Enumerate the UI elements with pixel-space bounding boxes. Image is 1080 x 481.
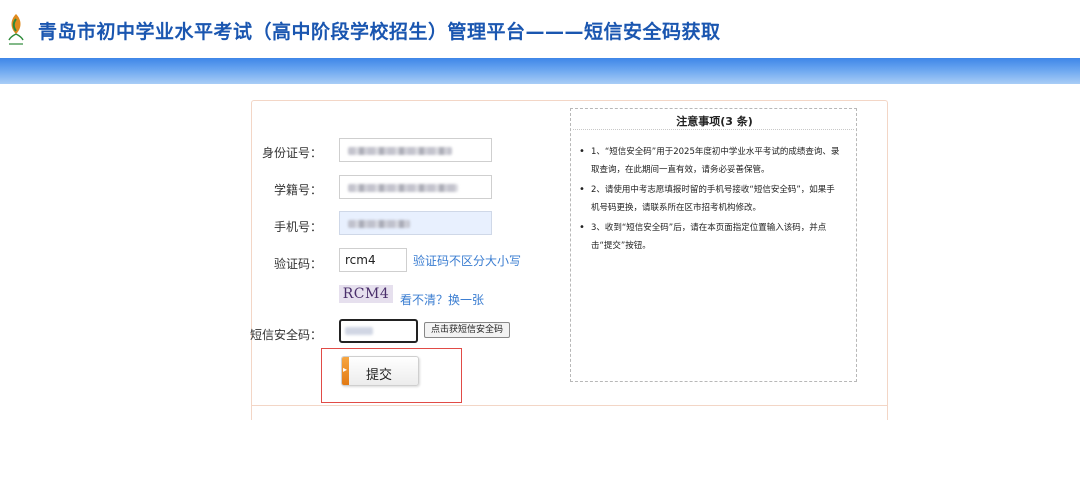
notice-item: 3、收到“短信安全码”后，请在本页面指定位置输入该码，并点击“提交”按钮。 bbox=[579, 219, 841, 255]
id-number-label: 身份证号： bbox=[262, 146, 323, 160]
arrow-icon: ▸ bbox=[343, 365, 348, 374]
page-header: 青岛市初中学业水平考试（高中阶段学校招生）管理平台———短信安全码获取 bbox=[0, 0, 1080, 58]
refresh-captcha-link[interactable]: 看不清？换一张 bbox=[400, 291, 484, 308]
notice-item: 2、请使用中考志愿填报时留的手机号接收“短信安全码”，如果手机号码更换，请联系所… bbox=[579, 181, 841, 217]
phone-label: 手机号： bbox=[273, 220, 322, 234]
card-divider bbox=[251, 405, 888, 406]
header-banner bbox=[0, 58, 1080, 84]
notice-title: 注意事项(3 条) bbox=[676, 115, 753, 128]
submit-accent: ▸ bbox=[342, 357, 349, 385]
submit-button[interactable]: ▸ 提交 bbox=[341, 356, 419, 386]
notice-item: 1、“短信安全码”用于2025年度初中学业水平考试的成绩查询、录取查询，在此期间… bbox=[579, 143, 841, 179]
id-number-input[interactable] bbox=[339, 138, 492, 162]
phone-input[interactable] bbox=[339, 211, 492, 235]
sms-code-input[interactable] bbox=[339, 319, 418, 343]
blurred-value bbox=[348, 184, 458, 192]
notice-divider bbox=[573, 129, 854, 130]
blurred-value bbox=[348, 147, 452, 155]
captcha-hint: 验证码不区分大小写 bbox=[413, 254, 522, 268]
blurred-value bbox=[345, 327, 373, 335]
page-title: 青岛市初中学业水平考试（高中阶段学校招生）管理平台———短信安全码获取 bbox=[38, 21, 721, 43]
submit-label: 提交 bbox=[366, 368, 393, 383]
notice-panel: 注意事项(3 条) 1、“短信安全码”用于2025年度初中学业水平考试的成绩查询… bbox=[570, 108, 857, 382]
blurred-value bbox=[348, 220, 410, 228]
get-sms-code-button[interactable]: 点击获短信安全码 bbox=[424, 322, 510, 338]
captcha-image[interactable]: RCM4 bbox=[339, 285, 393, 303]
captcha-label: 验证码： bbox=[273, 257, 322, 271]
student-number-label: 学籍号： bbox=[273, 183, 322, 197]
captcha-input[interactable] bbox=[339, 248, 407, 272]
sms-code-label: 短信安全码： bbox=[249, 328, 322, 342]
student-number-input[interactable] bbox=[339, 175, 492, 199]
leaf-logo-icon bbox=[6, 10, 26, 48]
